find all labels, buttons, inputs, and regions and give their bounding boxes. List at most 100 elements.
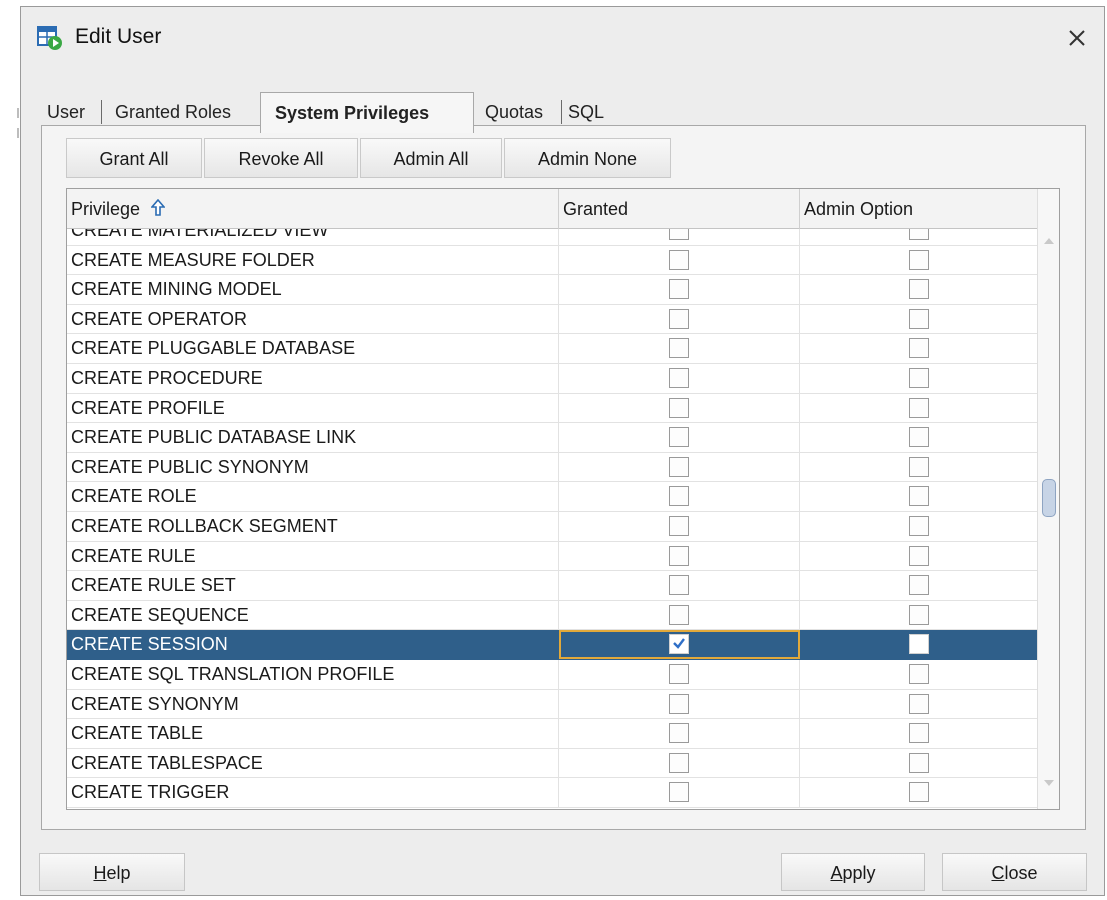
help-button[interactable]: Help [39, 853, 185, 891]
edit-user-dialog: Edit User User Granted Roles System Priv… [20, 6, 1105, 896]
table-row[interactable]: CREATE TABLESPACE [67, 748, 1039, 779]
granted-checkbox[interactable] [669, 693, 689, 714]
close-mnemonic: C [991, 863, 1005, 883]
grant-all-button[interactable]: Grant All [66, 138, 202, 178]
granted-cell [559, 571, 800, 600]
admin-option-cell [800, 719, 1039, 748]
admin-option-checkbox[interactable] [909, 782, 929, 803]
admin-option-cell [800, 512, 1039, 541]
vertical-scrollbar[interactable] [1037, 189, 1059, 809]
table-row[interactable]: CREATE TABLE [67, 719, 1039, 749]
table-row[interactable]: CREATE RULE [67, 541, 1039, 572]
granted-checkbox[interactable] [669, 486, 689, 507]
table-row[interactable]: CREATE PUBLIC DATABASE LINK [67, 423, 1039, 453]
scroll-up-arrow-icon[interactable] [1043, 237, 1055, 245]
granted-checkbox[interactable] [669, 723, 689, 744]
table-row[interactable]: CREATE PROFILE [67, 393, 1039, 424]
granted-checkbox[interactable] [669, 752, 689, 773]
table-row[interactable]: CREATE PROCEDURE [67, 364, 1039, 394]
table-row[interactable]: CREATE SQL TRANSLATION PROFILE [67, 660, 1039, 690]
granted-checkbox[interactable] [669, 397, 689, 418]
granted-checkbox[interactable] [669, 604, 689, 625]
admin-option-checkbox[interactable] [909, 664, 929, 684]
admin-option-checkbox[interactable] [909, 397, 929, 418]
column-header-privilege[interactable]: Privilege [67, 189, 559, 229]
granted-checkbox[interactable] [669, 664, 689, 684]
table-row[interactable]: CREATE OPERATOR [67, 304, 1039, 335]
column-header-granted[interactable]: Granted [559, 189, 800, 229]
admin-option-checkbox[interactable] [909, 752, 929, 773]
table-row[interactable]: CREATE TRIGGER [67, 778, 1039, 808]
admin-option-checkbox[interactable] [909, 634, 929, 655]
scroll-thumb[interactable] [1042, 479, 1056, 517]
admin-none-button[interactable]: Admin None [504, 138, 671, 178]
privilege-name: CREATE TRIGGER [67, 778, 559, 807]
admin-option-checkbox[interactable] [909, 427, 929, 448]
table-row[interactable]: CREATE MEASURE FOLDER [67, 245, 1039, 276]
revoke-all-button[interactable]: Revoke All [204, 138, 358, 178]
admin-option-checkbox[interactable] [909, 486, 929, 507]
granted-checkbox[interactable] [669, 249, 689, 270]
admin-option-checkbox[interactable] [909, 249, 929, 270]
table-row[interactable]: CREATE PUBLIC SYNONYM [67, 452, 1039, 483]
granted-checkbox[interactable] [669, 427, 689, 448]
granted-checkbox[interactable] [669, 456, 689, 477]
granted-cell [559, 660, 800, 689]
scroll-down-arrow-icon[interactable] [1043, 779, 1055, 787]
granted-checkbox[interactable] [669, 279, 689, 300]
admin-option-cell [800, 453, 1039, 482]
table-row[interactable]: CREATE SYNONYM [67, 689, 1039, 720]
granted-cell [559, 304, 800, 334]
column-header-admin-option[interactable]: Admin Option [800, 189, 1039, 229]
admin-option-checkbox[interactable] [909, 368, 929, 388]
admin-option-checkbox[interactable] [909, 279, 929, 300]
admin-option-checkbox[interactable] [909, 516, 929, 536]
table-row[interactable]: CREATE MATERIALIZED VIEW [67, 229, 1039, 246]
table-row[interactable]: CREATE PLUGGABLE DATABASE [67, 334, 1039, 364]
granted-checkbox[interactable] [669, 782, 689, 803]
privilege-name: CREATE PROCEDURE [67, 364, 559, 393]
checkmark-icon [673, 638, 685, 650]
admin-option-cell [800, 246, 1039, 275]
granted-cell [559, 482, 800, 511]
table-row[interactable]: CREATE SESSION [67, 630, 1039, 660]
help-mnemonic: H [93, 863, 107, 883]
admin-option-cell [800, 690, 1039, 719]
admin-option-checkbox[interactable] [909, 693, 929, 714]
close-button[interactable]: Close [942, 853, 1087, 891]
granted-checkbox[interactable] [669, 575, 689, 596]
edit-user-icon [37, 26, 62, 50]
granted-checkbox[interactable] [669, 368, 689, 388]
granted-checkbox[interactable] [669, 338, 689, 359]
admin-option-checkbox[interactable] [909, 575, 929, 596]
table-row[interactable]: CREATE ROLE [67, 482, 1039, 512]
admin-option-checkbox[interactable] [909, 229, 929, 240]
tab-system-privileges[interactable]: System Privileges [260, 92, 474, 133]
granted-cell [559, 452, 800, 482]
admin-option-checkbox[interactable] [909, 308, 929, 329]
granted-cell [559, 719, 800, 748]
table-row[interactable]: CREATE RULE SET [67, 571, 1039, 601]
privilege-name: CREATE MATERIALIZED VIEW [67, 229, 559, 245]
admin-option-cell [800, 334, 1039, 363]
granted-checkbox[interactable] [669, 545, 689, 566]
granted-checkbox[interactable] [669, 229, 689, 240]
granted-checkbox[interactable] [669, 516, 689, 536]
admin-all-button[interactable]: Admin All [360, 138, 502, 178]
background-strip [0, 0, 20, 900]
admin-option-checkbox[interactable] [909, 456, 929, 477]
apply-button[interactable]: Apply [781, 853, 925, 891]
table-row[interactable]: CREATE ROLLBACK SEGMENT [67, 512, 1039, 542]
admin-option-checkbox[interactable] [909, 545, 929, 566]
table-row[interactable]: CREATE SEQUENCE [67, 600, 1039, 631]
close-icon[interactable] [1060, 21, 1094, 55]
privilege-name: CREATE TABLE [67, 719, 559, 748]
admin-option-checkbox[interactable] [909, 604, 929, 625]
granted-cell [559, 778, 800, 807]
admin-option-checkbox[interactable] [909, 723, 929, 744]
granted-checkbox[interactable] [669, 634, 689, 655]
admin-option-checkbox[interactable] [909, 338, 929, 359]
granted-checkbox[interactable] [669, 308, 689, 329]
table-body: CREATE MATERIALIZED VIEW CREATE MEASURE F… [67, 229, 1039, 809]
table-row[interactable]: CREATE MINING MODEL [67, 275, 1039, 305]
